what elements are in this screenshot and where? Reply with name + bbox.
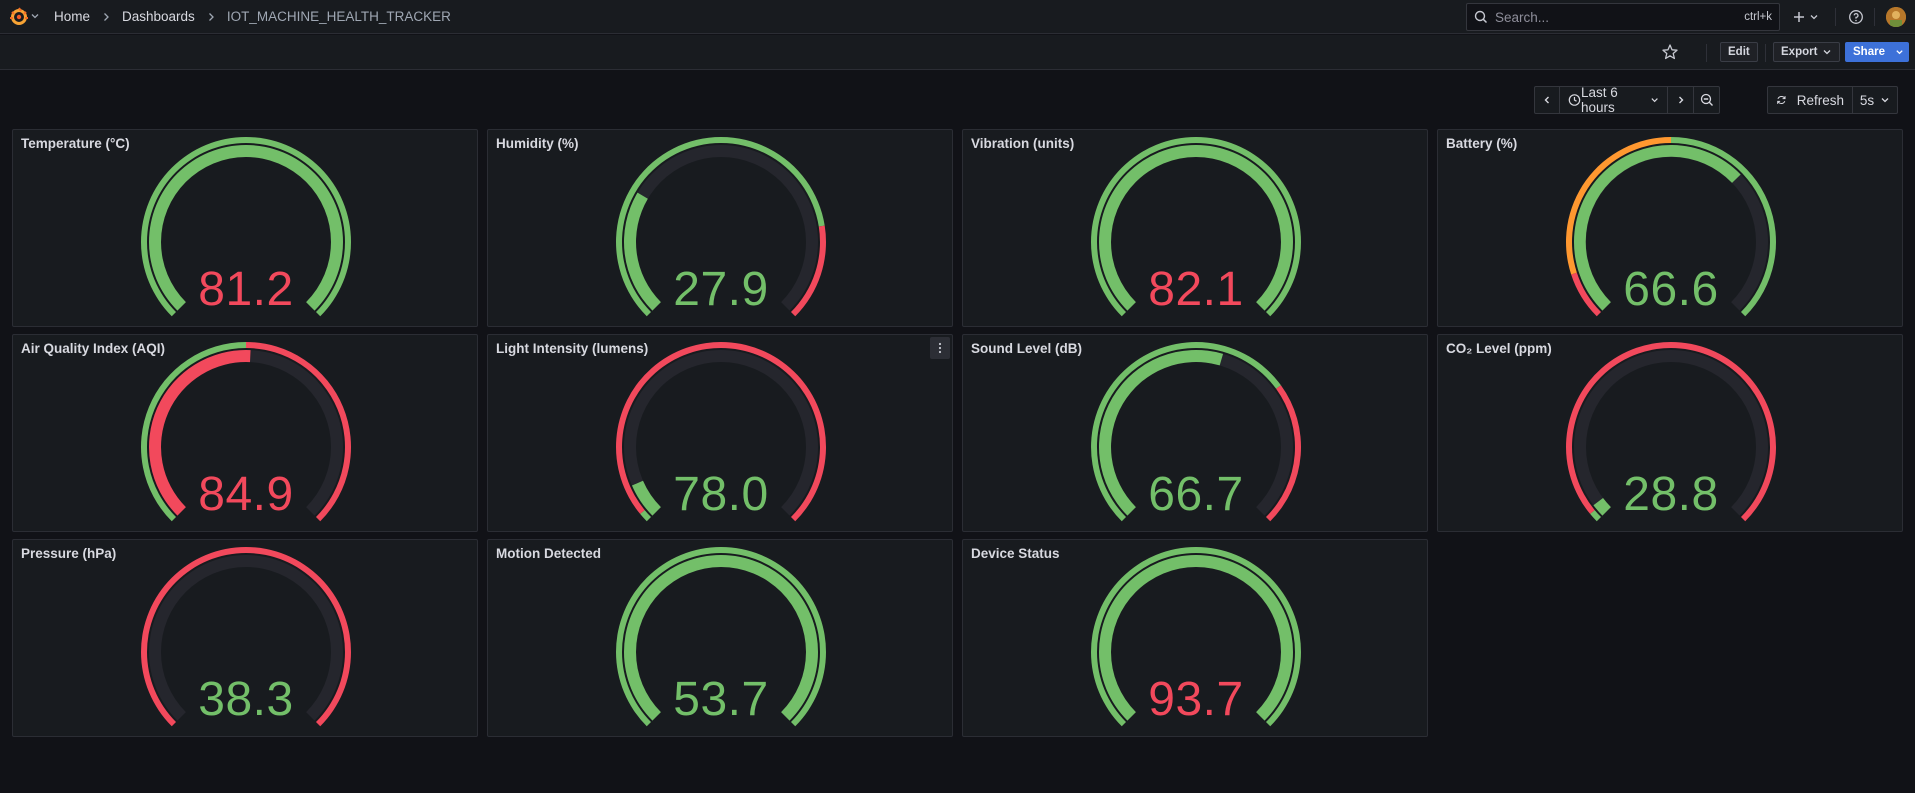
refresh-interval-label: 5s [1859, 92, 1875, 108]
breadcrumb-home[interactable]: Home [54, 9, 90, 24]
gauge-panel[interactable]: Pressure (hPa) 38.3 [12, 539, 478, 737]
gauge-panel[interactable]: Device Status 93.7 [962, 539, 1428, 737]
gauge-value: 66.6 [1623, 263, 1719, 316]
time-range-controls: Last 6 hours [1534, 85, 1720, 115]
time-shift-back-button[interactable] [1534, 86, 1560, 114]
refresh-button[interactable]: Refresh [1767, 86, 1853, 114]
refresh-icon [1777, 95, 1786, 105]
refresh-interval-picker[interactable]: 5s [1853, 86, 1898, 114]
divider [1835, 8, 1836, 26]
gauge-value: 82.1 [1148, 263, 1244, 316]
plus-icon [1794, 12, 1804, 22]
gauge-panel[interactable]: Battery (%) 66.6 [1437, 129, 1903, 327]
gauge-value: 84.9 [198, 468, 294, 521]
gauge-value: 27.9 [673, 263, 769, 316]
divider [1874, 8, 1875, 26]
avatar[interactable] [1886, 7, 1906, 27]
edit-button[interactable]: Edit [1720, 42, 1758, 62]
breadcrumb: Home Dashboards IOT_MACHINE_HEALTH_TRACK… [54, 9, 451, 24]
time-range-label: Last 6 hours [1580, 85, 1618, 115]
chevron-down-icon [1823, 50, 1831, 55]
more-vertical-icon [938, 342, 942, 354]
refresh-label: Refresh [1796, 92, 1844, 108]
export-label: Export [1781, 46, 1818, 58]
search-placeholder: Search... [1495, 9, 1550, 25]
gauge-panel[interactable]: Air Quality Index (AQI) 84.9 [12, 334, 478, 532]
gauge-value: 81.2 [198, 263, 294, 316]
gauge-value: 66.7 [1148, 468, 1244, 521]
gauge-panel[interactable]: Vibration (units) 82.1 [962, 129, 1428, 327]
search-icon [1474, 10, 1488, 24]
gauge-panel[interactable]: Motion Detected 53.7 [487, 539, 953, 737]
gauge-value: 93.7 [1148, 673, 1244, 726]
time-shift-forward-button[interactable] [1668, 86, 1694, 114]
gauge-panel[interactable]: Light Intensity (lumens) 78.0 [487, 334, 953, 532]
user-avatar-icon [1886, 7, 1906, 27]
chevron-left-icon [1544, 96, 1549, 104]
chevron-down-icon[interactable] [31, 12, 39, 20]
share-button[interactable]: Share [1845, 42, 1893, 62]
help-icon[interactable] [1848, 9, 1864, 25]
chevron-down-icon [1881, 98, 1889, 103]
zoom-out-icon [1700, 93, 1713, 106]
chevron-down-icon [1896, 50, 1903, 55]
gauge-panel[interactable]: CO₂ Level (ppm) 28.8 [1437, 334, 1903, 532]
divider [1765, 44, 1766, 62]
gauge-value: 38.3 [198, 673, 294, 726]
chevron-right-icon [104, 12, 109, 21]
chevron-right-icon [1678, 96, 1683, 104]
divider [1706, 44, 1707, 62]
breadcrumb-current: IOT_MACHINE_HEALTH_TRACKER [226, 9, 451, 24]
panel-menu-button[interactable] [930, 337, 950, 359]
gauge-value: 28.8 [1623, 468, 1719, 521]
time-range-picker[interactable]: Last 6 hours [1560, 85, 1668, 115]
gauge-panel[interactable]: Temperature (°C) 81.2 [12, 129, 478, 327]
share-dropdown-button[interactable] [1890, 42, 1909, 62]
top-nav-bar: Home Dashboards IOT_MACHINE_HEALTH_TRACK… [0, 0, 1915, 34]
star-icon[interactable] [1661, 43, 1679, 61]
export-button[interactable]: Export [1773, 42, 1841, 62]
breadcrumb-dashboards[interactable]: Dashboards [122, 9, 195, 24]
refresh-controls: Refresh 5s [1767, 86, 1898, 114]
gauge-panel[interactable]: Sound Level (dB) 66.7 [962, 334, 1428, 532]
chevron-down-icon [1810, 15, 1818, 20]
search-shortcut: ctrl+k [1744, 11, 1772, 23]
chevron-right-icon [208, 12, 214, 21]
gauge-value: 53.7 [673, 673, 769, 726]
chevron-down-icon [1651, 98, 1658, 103]
clock-icon [1568, 94, 1581, 106]
new-button[interactable] [1792, 7, 1822, 27]
search-input[interactable]: Search... ctrl+k [1466, 3, 1780, 31]
grafana-logo-icon[interactable] [9, 7, 29, 27]
gauge-value: 78.0 [673, 468, 769, 521]
zoom-out-button[interactable] [1694, 86, 1720, 114]
gauge-panel[interactable]: Humidity (%) 27.9 [487, 129, 953, 327]
dashboard-toolbar: Edit Export Share [0, 35, 1915, 70]
